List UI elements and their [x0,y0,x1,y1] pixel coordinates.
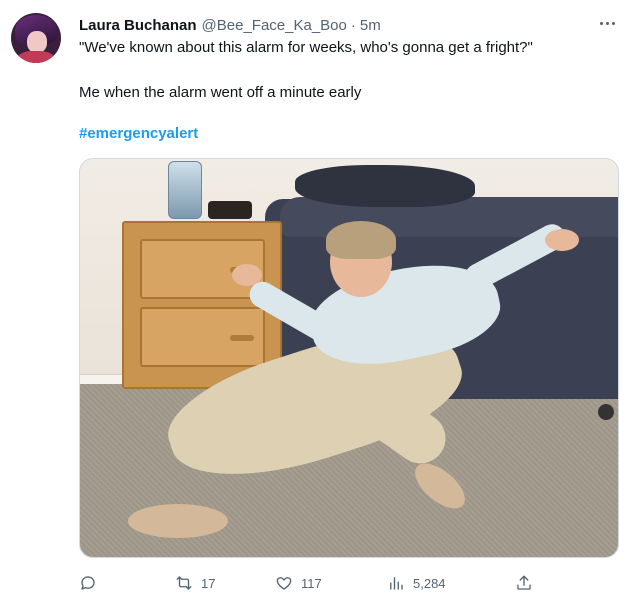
photo-woman-hand-left [232,264,262,286]
photo-knob-bottom [230,335,254,341]
heart-icon [276,577,292,590]
photo-bed-wheel [598,404,614,420]
like-button[interactable]: 117 [275,570,322,596]
tweet-actions: 17 117 5,284 [79,570,539,596]
retweet-count: 17 [201,575,216,591]
share-button[interactable] [515,570,533,596]
photo-pillow [295,165,475,207]
author-name[interactable]: Laura Buchanan [79,17,197,34]
tweet-media-image[interactable] [79,158,619,558]
avatar[interactable] [11,13,61,63]
photo-woman-hand-right [545,229,579,251]
avatar-shirt [17,51,55,63]
hashtag-link[interactable]: #emergencyalert [79,125,198,142]
views-button[interactable]: 5,284 [387,570,446,596]
timestamp[interactable]: 5m [360,17,381,34]
reply-icon [81,576,95,590]
separator-dot: · [350,16,356,34]
retweet-button[interactable]: 17 [175,570,215,596]
photo-woman-foot-left [128,504,228,538]
share-icon [517,575,531,590]
tweet-header: Laura Buchanan @Bee_Face_Ka_Boo · 5m [79,14,381,36]
views-count: 5,284 [413,575,446,591]
photo-lamp [168,161,202,219]
author-handle[interactable]: @Bee_Face_Ka_Boo [202,17,347,34]
retweet-icon [176,576,192,590]
photo-woman-hair [326,221,396,259]
more-horizontal-icon[interactable] [596,12,618,34]
reply-button[interactable] [79,570,105,596]
tweet-text-line2: Me when the alarm went off a minute earl… [79,84,362,101]
tweet-text-line1: "We've known about this alarm for weeks,… [79,39,533,56]
views-chart-icon [390,577,403,590]
tweet[interactable]: Laura Buchanan @Bee_Face_Ka_Boo · 5m "We… [0,0,634,605]
like-count: 117 [301,575,322,591]
avatar-face [27,31,47,53]
photo-clock [208,201,252,219]
